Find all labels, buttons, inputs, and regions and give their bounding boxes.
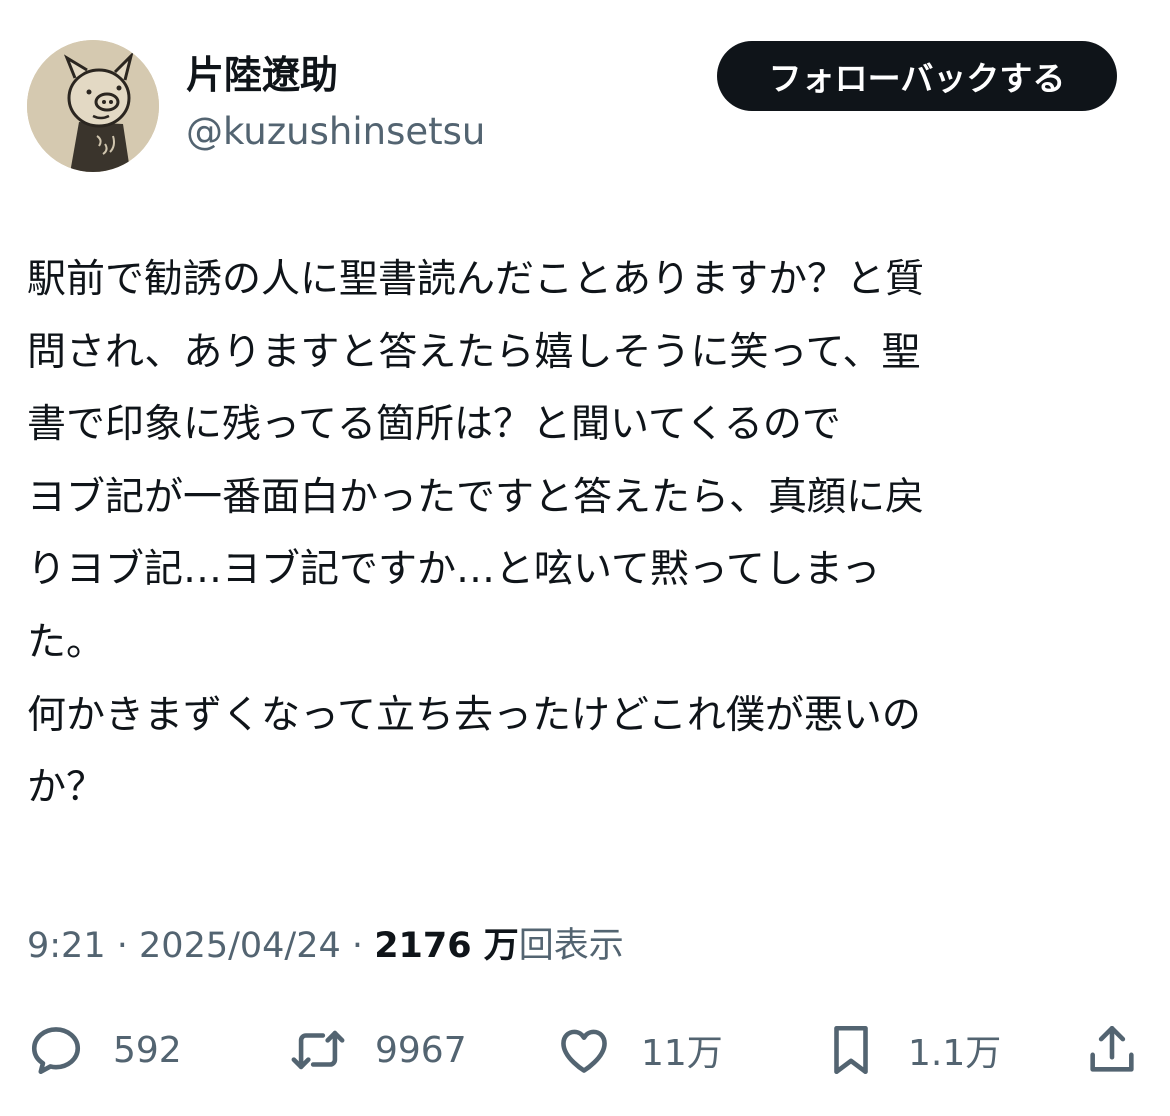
like-count: 11万 xyxy=(641,1033,723,1074)
avatar[interactable] xyxy=(27,40,159,172)
tweet-text-line: ヨブ記が一番面白かったですと答えたら、真顔に戻 xyxy=(27,474,925,520)
user-handle[interactable]: @kuzushinsetsu xyxy=(186,108,485,156)
reply-count: 592 xyxy=(113,1029,182,1071)
like-button[interactable]: 11万 xyxy=(555,1015,723,1085)
follow-back-button[interactable]: フォローバックする xyxy=(717,41,1117,111)
bookmark-icon xyxy=(822,1021,880,1079)
tweet-text-line: 何かきまずくなって立ち去ったけどこれ僕が悪いの xyxy=(27,692,921,738)
meta-separator: · xyxy=(116,926,128,966)
retweet-button[interactable]: 9967 xyxy=(289,1015,467,1085)
tweet-text-line: か？ xyxy=(27,765,106,811)
tweet-text-line: 問され、ありますと答えたら嬉しそうに笑って、聖 xyxy=(27,329,921,375)
bookmark-count: 1.1万 xyxy=(908,1033,1002,1074)
tweet-text-line: 駅前で勧誘の人に聖書読んだことありますか？と質 xyxy=(27,257,925,302)
display-name[interactable]: 片陸遼助 xyxy=(186,50,338,100)
reply-button[interactable]: 592 xyxy=(27,1015,182,1085)
tweet-text: 駅前で勧誘の人に聖書読んだことありますか？と質 問され、ありますと答えたら嬉しそ… xyxy=(27,244,1132,825)
tweet-date[interactable]: 2025/04/24 xyxy=(139,926,341,966)
views-label: 回表示 xyxy=(518,926,624,966)
bookmark-button[interactable]: 1.1万 xyxy=(822,1015,1001,1085)
tweet-meta: 9:21 · 2025/04/24 · 2176 万回表示 xyxy=(27,920,624,972)
tweet-text-line: りヨブ記…ヨブ記ですか…と呟いて黙ってしまっ xyxy=(27,547,881,593)
retweet-icon xyxy=(289,1021,347,1079)
pig-doodle-avatar-icon xyxy=(27,40,159,172)
tweet-text-line: 書で印象に残ってる箇所は？と聞いてくるので xyxy=(27,402,841,448)
reply-icon xyxy=(27,1021,85,1079)
meta-separator: · xyxy=(351,926,364,966)
share-button[interactable] xyxy=(1083,1015,1141,1085)
views-count[interactable]: 2176 万 xyxy=(374,926,519,966)
retweet-count: 9967 xyxy=(375,1029,467,1071)
share-icon xyxy=(1083,1021,1141,1079)
heart-icon xyxy=(555,1021,613,1079)
tweet-time[interactable]: 9:21 xyxy=(27,926,106,966)
tweet-text-line: た。 xyxy=(27,619,106,665)
action-bar: 592 9967 11万 1.1万 xyxy=(0,1015,1170,1085)
